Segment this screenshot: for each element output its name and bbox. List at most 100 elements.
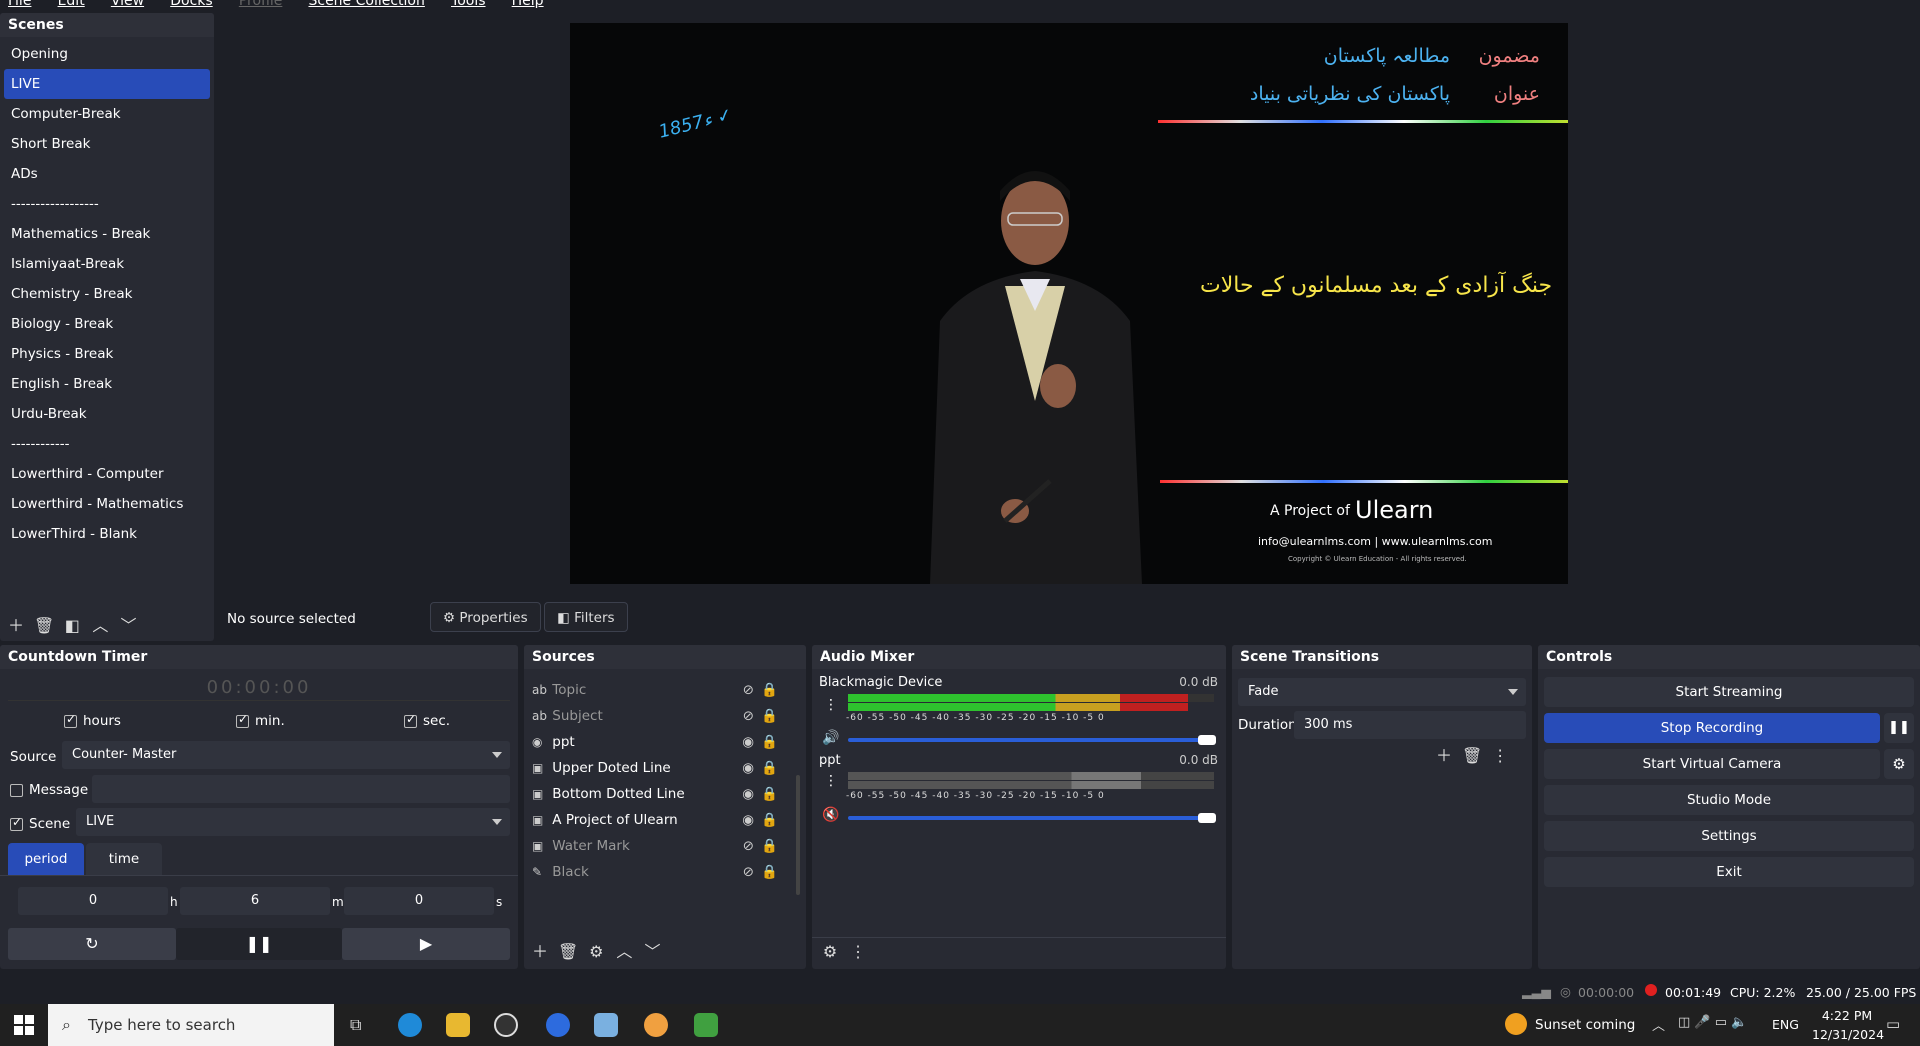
remove-source-icon[interactable]: 🗑 bbox=[556, 941, 580, 963]
windows-start-icon[interactable] bbox=[14, 1015, 34, 1035]
menu-docks[interactable]: Docks bbox=[170, 0, 212, 9]
settings-button[interactable]: Settings bbox=[1544, 821, 1914, 851]
scene-item[interactable]: Urdu-Break bbox=[4, 399, 210, 429]
lock-icon[interactable]: 🔒 bbox=[761, 703, 778, 729]
eye-icon[interactable]: ◉ bbox=[742, 781, 754, 807]
sec-checkbox[interactable]: sec. bbox=[404, 712, 450, 729]
kebab-icon[interactable]: ⋮ bbox=[824, 773, 838, 789]
scene-item[interactable]: ------------------ bbox=[4, 189, 210, 219]
muted-speaker-icon[interactable]: 🔇 bbox=[822, 807, 839, 823]
lock-icon[interactable]: 🔒 bbox=[761, 755, 778, 781]
move-down-icon[interactable]: ﹀ bbox=[117, 615, 141, 637]
exit-button[interactable]: Exit bbox=[1544, 857, 1914, 887]
minutes-input[interactable]: 6 bbox=[180, 887, 330, 915]
zoom-icon[interactable] bbox=[546, 1013, 570, 1037]
kebab-icon[interactable]: ⋮ bbox=[1488, 745, 1512, 767]
menu-view[interactable]: View bbox=[111, 0, 144, 9]
reset-button[interactable]: ↻ bbox=[8, 928, 176, 960]
virtual-camera-settings-button[interactable]: ⚙ bbox=[1884, 749, 1914, 779]
eye-hidden-icon[interactable]: ⊘ bbox=[743, 833, 754, 859]
game-icon[interactable] bbox=[694, 1013, 718, 1037]
scene-item[interactable]: Biology - Break bbox=[4, 309, 210, 339]
play-button[interactable]: ▶ bbox=[342, 928, 510, 960]
scene-item[interactable]: ------------ bbox=[4, 429, 210, 459]
add-transition-icon[interactable]: ＋ bbox=[1432, 745, 1456, 767]
scene-item[interactable]: Chemistry - Break bbox=[4, 279, 210, 309]
source-item[interactable]: ab Subject ⊘ 🔒 bbox=[532, 703, 796, 729]
lock-icon[interactable]: 🔒 bbox=[761, 677, 778, 703]
stop-recording-button[interactable]: Stop Recording bbox=[1544, 713, 1880, 743]
kebab-icon[interactable]: ⋮ bbox=[846, 941, 870, 963]
clock-time[interactable]: 4:22 PM bbox=[1817, 1008, 1877, 1023]
eye-hidden-icon[interactable]: ⊘ bbox=[743, 677, 754, 703]
source-item[interactable]: ◉ ppt ◉ 🔒 bbox=[532, 729, 796, 755]
program-canvas[interactable]: مضمون مطالعہ پاکستان عنوان پاکستان کی نظ… bbox=[570, 23, 1568, 584]
source-item[interactable]: ▣ Upper Doted Line ◉ 🔒 bbox=[532, 755, 796, 781]
scene-item-selected[interactable]: LIVE bbox=[4, 69, 210, 99]
scene-item[interactable]: Physics - Break bbox=[4, 339, 210, 369]
move-down-icon[interactable]: ﹀ bbox=[641, 941, 665, 963]
add-scene-icon[interactable]: ＋ bbox=[4, 615, 28, 637]
scene-item[interactable]: Lowerthird - Computer bbox=[4, 459, 210, 489]
transition-dropdown[interactable]: Fade bbox=[1238, 678, 1526, 706]
scene-item[interactable]: LowerThird - Blank bbox=[4, 519, 210, 549]
lock-icon[interactable]: 🔒 bbox=[761, 859, 778, 885]
scene-checkbox[interactable]: Scene bbox=[10, 815, 70, 832]
eye-icon[interactable]: ◉ bbox=[742, 729, 754, 755]
scene-item[interactable]: Islamiyaat-Break bbox=[4, 249, 210, 279]
notepad-icon[interactable] bbox=[594, 1013, 618, 1037]
start-streaming-button[interactable]: Start Streaming bbox=[1544, 677, 1914, 707]
volume-slider-track[interactable] bbox=[848, 738, 1208, 742]
lock-icon[interactable]: 🔒 bbox=[761, 807, 778, 833]
hours-checkbox[interactable]: hours bbox=[64, 712, 121, 729]
scene-item[interactable]: Opening bbox=[4, 39, 210, 69]
pause-recording-button[interactable]: ❚❚ bbox=[1884, 713, 1914, 743]
source-item[interactable]: ab Topic ⊘ 🔒 bbox=[532, 677, 796, 703]
advanced-audio-icon[interactable]: ⚙ bbox=[818, 941, 842, 963]
start-virtual-camera-button[interactable]: Start Virtual Camera bbox=[1544, 749, 1880, 779]
lock-icon[interactable]: 🔒 bbox=[761, 781, 778, 807]
scene-dropdown[interactable]: LIVE bbox=[76, 808, 510, 836]
hours-input[interactable]: 0 bbox=[18, 887, 168, 915]
menu-help[interactable]: Help bbox=[512, 0, 544, 9]
scene-item[interactable]: Lowerthird - Mathematics bbox=[4, 489, 210, 519]
min-checkbox[interactable]: min. bbox=[236, 712, 285, 729]
tray-chevron-icon[interactable]: ︿ bbox=[1652, 1015, 1665, 1034]
eye-icon[interactable]: ◉ bbox=[742, 807, 754, 833]
language-indicator[interactable]: ENG bbox=[1772, 1017, 1799, 1032]
duration-spinbox[interactable]: 300 ms bbox=[1294, 711, 1526, 739]
edge-icon[interactable] bbox=[398, 1013, 422, 1037]
filters-button[interactable]: ◧ Filters bbox=[544, 602, 628, 632]
task-view-icon[interactable]: ⧉ bbox=[350, 1015, 361, 1035]
tab-period[interactable]: period bbox=[8, 843, 84, 875]
source-settings-icon[interactable]: ⚙ bbox=[584, 941, 608, 963]
seconds-input[interactable]: 0 bbox=[344, 887, 494, 915]
pause-button[interactable]: ❚❚ bbox=[176, 928, 342, 960]
remove-scene-icon[interactable]: 🗑 bbox=[32, 615, 56, 637]
source-item[interactable]: ✎ Black ⊘ 🔒 bbox=[532, 859, 796, 885]
eye-hidden-icon[interactable]: ⊘ bbox=[743, 859, 754, 885]
menu-scene-collection[interactable]: Scene Collection bbox=[308, 0, 424, 9]
scene-item[interactable]: English - Break bbox=[4, 369, 210, 399]
taskbar-search-box[interactable]: ⌕ Type here to search bbox=[48, 1004, 334, 1046]
menu-edit[interactable]: Edit bbox=[58, 0, 85, 9]
move-up-icon[interactable]: ︿ bbox=[88, 615, 112, 637]
tab-time[interactable]: time bbox=[86, 843, 162, 875]
clock-date[interactable]: 12/31/2024 bbox=[1812, 1027, 1884, 1042]
volume-slider-track[interactable] bbox=[848, 816, 1208, 820]
message-input[interactable] bbox=[92, 775, 510, 803]
menu-tools[interactable]: Tools bbox=[451, 0, 486, 9]
remove-transition-icon[interactable]: 🗑 bbox=[1460, 745, 1484, 767]
speaker-icon[interactable]: 🔊 bbox=[822, 730, 839, 746]
message-checkbox[interactable]: Message bbox=[10, 782, 88, 798]
scene-item[interactable]: ADs bbox=[4, 159, 210, 189]
menu-profile[interactable]: Profile bbox=[239, 0, 283, 9]
obs-icon[interactable] bbox=[494, 1013, 518, 1037]
source-item[interactable]: ▣ Water Mark ⊘ 🔒 bbox=[532, 833, 796, 859]
scene-item[interactable]: Computer-Break bbox=[4, 99, 210, 129]
scene-item[interactable]: Short Break bbox=[4, 129, 210, 159]
source-dropdown[interactable]: Counter- Master bbox=[62, 741, 510, 769]
weather-text[interactable]: Sunset coming bbox=[1535, 1017, 1635, 1033]
scene-item[interactable]: Mathematics - Break bbox=[4, 219, 210, 249]
move-up-icon[interactable]: ︿ bbox=[612, 941, 636, 963]
